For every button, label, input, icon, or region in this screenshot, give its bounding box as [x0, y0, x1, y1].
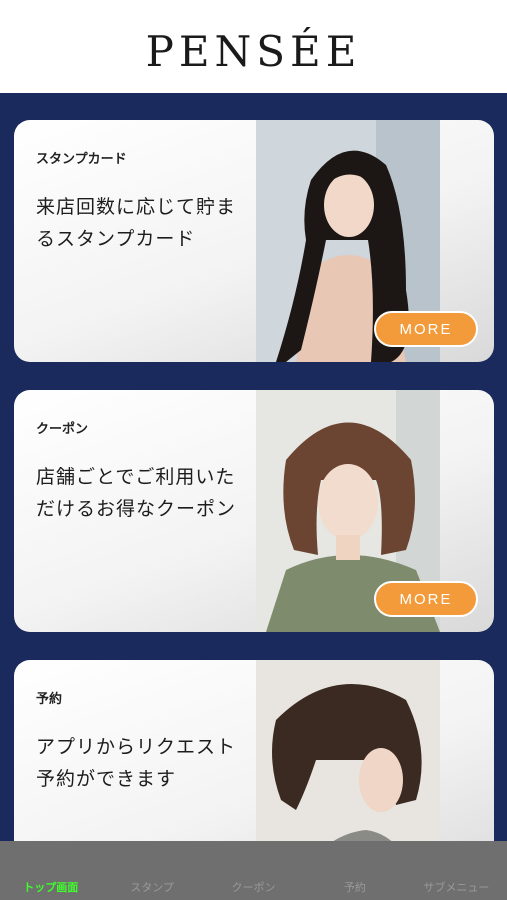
more-button[interactable]: MORE: [374, 581, 478, 617]
card-description-line: アプリからリクエスト: [36, 736, 237, 758]
card-description-line: 予約ができます: [36, 768, 177, 790]
card-text: スタンプカード 来店回数に応じて貯ま るスタンプカード: [36, 148, 256, 255]
tab-coupon[interactable]: クーポン: [203, 841, 304, 900]
card-label: 予約: [36, 692, 63, 707]
tab-submenu[interactable]: サブメニュー: [406, 841, 507, 900]
card-description: アプリからリクエスト 予約ができます: [36, 731, 256, 795]
card-description-line: だけるお得なクーポン: [36, 498, 237, 520]
bottom-tab-bar: トップ画面 スタンプ クーポン 予約 サブメニュー: [0, 841, 507, 900]
coupon-banner[interactable]: クーポン 店舗ごとでご利用いた だけるお得なクーポン MORE: [14, 390, 494, 632]
card-label: スタンプカード: [36, 152, 127, 167]
card-text: クーポン 店舗ごとでご利用いた だけるお得なクーポン: [36, 418, 256, 525]
tab-stamp[interactable]: スタンプ: [101, 841, 202, 900]
card-text: 予約 アプリからリクエスト 予約ができます: [36, 688, 256, 795]
app-header: PENSÉE: [0, 0, 507, 93]
tab-reservation[interactable]: 予約: [304, 841, 405, 900]
more-button[interactable]: MORE: [374, 311, 478, 347]
brand-logo: PENSÉE: [145, 27, 362, 76]
card-description-line: 店舗ごとでご利用いた: [36, 466, 236, 488]
stamp-card-banner[interactable]: スタンプカード 来店回数に応じて貯ま るスタンプカード MORE: [14, 120, 494, 362]
main-content[interactable]: スタンプカード 来店回数に応じて貯ま るスタンプカード MORE クーポン 店舗…: [0, 93, 507, 841]
tab-top[interactable]: トップ画面: [0, 841, 101, 900]
card-label: クーポン: [36, 422, 89, 437]
card-description: 店舗ごとでご利用いた だけるお得なクーポン: [36, 461, 256, 525]
card-description-line: るスタンプカード: [36, 228, 196, 250]
card-description-line: 来店回数に応じて貯ま: [36, 196, 237, 218]
reservation-banner[interactable]: 予約 アプリからリクエスト 予約ができます: [14, 660, 494, 841]
model-photo: [256, 660, 440, 841]
card-description: 来店回数に応じて貯ま るスタンプカード: [36, 191, 256, 255]
